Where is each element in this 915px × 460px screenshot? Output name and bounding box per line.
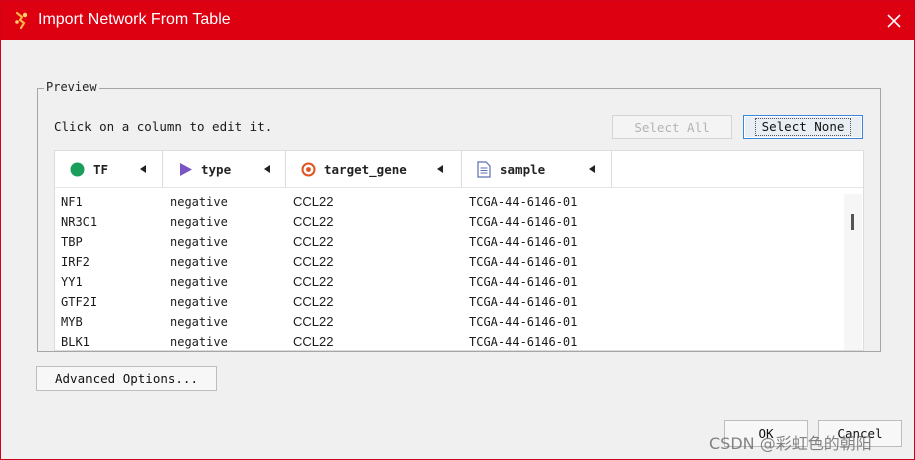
- cell-target-gene: CCL22: [293, 194, 334, 209]
- table-row: IRF2 negative CCL22 TCGA-44-6146-01: [55, 254, 845, 274]
- preview-table: TF type target_gene sample NF1 negative …: [54, 150, 864, 351]
- cell-tf: BLK1: [61, 335, 90, 349]
- cell-type: negative: [170, 195, 228, 209]
- cell-target-gene: CCL22: [293, 234, 334, 249]
- cell-target-gene: CCL22: [293, 274, 334, 289]
- cell-type: negative: [170, 335, 228, 349]
- cell-sample: TCGA-44-6146-01: [469, 215, 578, 229]
- cell-type: negative: [170, 255, 228, 269]
- cell-tf: MYB: [61, 315, 83, 329]
- cell-type: negative: [170, 275, 228, 289]
- select-all-button[interactable]: Select All: [612, 115, 732, 139]
- vertical-scrollbar[interactable]: [844, 194, 862, 350]
- cell-sample: TCGA-44-6146-01: [469, 255, 578, 269]
- column-header-target-gene[interactable]: target_gene: [286, 151, 462, 187]
- cell-type: negative: [170, 215, 228, 229]
- cell-type: negative: [170, 295, 228, 309]
- attribute-document-icon: [477, 161, 491, 178]
- cell-sample: TCGA-44-6146-01: [469, 315, 578, 329]
- table-header: TF type target_gene sample: [55, 151, 863, 188]
- target-node-icon: [301, 162, 316, 177]
- select-none-button[interactable]: Select None: [743, 115, 863, 139]
- import-network-dialog: Import Network From Table Preview Click …: [0, 0, 915, 460]
- column-header-tf[interactable]: TF: [55, 151, 163, 187]
- column-menu-arrow-icon[interactable]: [437, 165, 443, 173]
- preview-group-label: Preview: [44, 80, 99, 94]
- watermark: CSDN @彩虹色的朝阳: [709, 434, 872, 453]
- column-menu-arrow-icon[interactable]: [264, 165, 270, 173]
- edit-column-hint: Click on a column to edit it.: [54, 119, 273, 134]
- column-header-sample[interactable]: sample: [462, 151, 612, 187]
- cell-target-gene: CCL22: [293, 254, 334, 269]
- cell-tf: YY1: [61, 275, 83, 289]
- cytoscape-app-icon: [15, 11, 28, 29]
- cell-tf: TBP: [61, 235, 83, 249]
- cell-target-gene: CCL22: [293, 334, 334, 349]
- source-node-icon: [70, 162, 85, 177]
- cell-type: negative: [170, 235, 228, 249]
- cell-tf: IRF2: [61, 255, 90, 269]
- column-header-type[interactable]: type: [163, 151, 286, 187]
- table-row: NF1 negative CCL22 TCGA-44-6146-01: [55, 194, 845, 214]
- column-header-label: TF: [93, 162, 109, 177]
- window-title: Import Network From Table: [38, 11, 231, 28]
- table-row: MYB negative CCL22 TCGA-44-6146-01: [55, 314, 845, 334]
- cell-sample: TCGA-44-6146-01: [469, 335, 578, 349]
- scrollbar-thumb[interactable]: [851, 214, 854, 230]
- cell-tf: NF1: [61, 195, 83, 209]
- column-menu-arrow-icon[interactable]: [140, 165, 146, 173]
- interaction-icon: [180, 163, 192, 176]
- cell-sample: TCGA-44-6146-01: [469, 235, 578, 249]
- cell-target-gene: CCL22: [293, 294, 334, 309]
- table-row: BLK1 negative CCL22 TCGA-44-6146-01: [55, 334, 845, 350]
- table-row: YY1 negative CCL22 TCGA-44-6146-01: [55, 274, 845, 294]
- table-row: GTF2I negative CCL22 TCGA-44-6146-01: [55, 294, 845, 314]
- column-header-label: type: [201, 162, 232, 177]
- preview-group: Preview Click on a column to edit it. Se…: [37, 80, 881, 352]
- column-header-label: target_gene: [324, 162, 407, 177]
- advanced-options-button[interactable]: Advanced Options...: [36, 366, 217, 391]
- close-icon[interactable]: [877, 7, 911, 35]
- cell-target-gene: CCL22: [293, 214, 334, 229]
- column-header-label: sample: [500, 162, 546, 177]
- title-bar: Import Network From Table: [1, 1, 914, 40]
- select-none-label: Select None: [754, 118, 852, 136]
- cell-tf: NR3C1: [61, 215, 98, 229]
- table-row: NR3C1 negative CCL22 TCGA-44-6146-01: [55, 214, 845, 234]
- cell-tf: GTF2I: [61, 295, 98, 309]
- cell-target-gene: CCL22: [293, 314, 334, 329]
- dialog-body: Preview Click on a column to edit it. Se…: [1, 40, 914, 459]
- column-menu-arrow-icon[interactable]: [589, 165, 595, 173]
- cell-sample: TCGA-44-6146-01: [469, 275, 578, 289]
- table-row: TBP negative CCL22 TCGA-44-6146-01: [55, 234, 845, 254]
- cell-type: negative: [170, 315, 228, 329]
- cell-sample: TCGA-44-6146-01: [469, 195, 578, 209]
- cell-sample: TCGA-44-6146-01: [469, 295, 578, 309]
